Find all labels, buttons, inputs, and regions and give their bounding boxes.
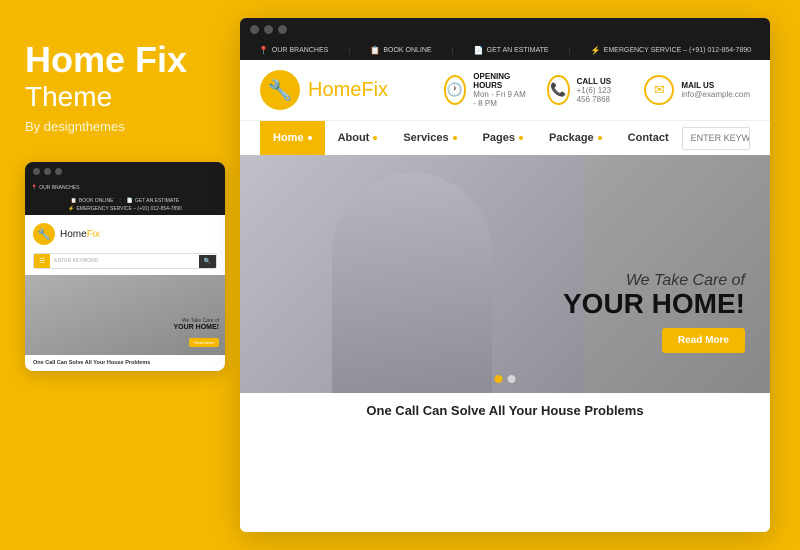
hero-tagline2: YOUR HOME! <box>563 290 745 318</box>
hero-cta-button[interactable]: Read More <box>662 328 745 353</box>
preview-hero: We Take Care of YOUR HOME! Read More <box>25 275 225 355</box>
right-panel: 📍 OUR BRANCHES | 📋 BOOK ONLINE | 📄 GET A… <box>240 0 800 550</box>
preview-search-input[interactable]: ENTER KEYWORD <box>50 255 198 267</box>
nav-bar: Home About Services Pages Package <box>240 120 770 155</box>
logo-text: HomeFix <box>308 79 388 102</box>
search-input[interactable] <box>683 128 750 148</box>
nav-dot-services <box>453 136 457 140</box>
preview-logo-row: 🔧 HomeFix <box>25 215 225 249</box>
emergency-icon: ⚡ <box>591 46 601 55</box>
preview-dots-bar <box>25 162 225 181</box>
preview-search[interactable]: ☰ ENTER KEYWORD 🔍 <box>33 253 217 269</box>
info-phone: 📞 CALL US +1(6) 123 456 7868 <box>547 72 626 108</box>
hero-overlay: We Take Care of YOUR HOME! Read More <box>563 272 745 353</box>
nav-item-services[interactable]: Services <box>390 121 469 155</box>
mail-icon: ✉ <box>644 75 674 105</box>
hero-dot-2[interactable] <box>508 375 516 383</box>
estimate-icon: 📄 <box>474 46 484 55</box>
nav-item-pages[interactable]: Pages <box>470 121 536 155</box>
hero-section: We Take Care of YOUR HOME! Read More <box>240 155 770 393</box>
preview-location-icon: 📍 <box>31 185 37 191</box>
preview-search-menu-icon: ☰ <box>34 254 50 268</box>
location-icon: 📍 <box>259 46 269 55</box>
utility-bar: 📍 OUR BRANCHES | 📋 BOOK ONLINE | 📄 GET A… <box>240 41 770 60</box>
preview-book-icon: 📋 <box>71 198 77 204</box>
preview-dot-1 <box>33 168 40 175</box>
nav-item-package[interactable]: Package <box>536 121 615 155</box>
browser-titlebar <box>240 18 770 41</box>
logo-icon: 🔧 <box>260 70 300 110</box>
nav-dot-pages <box>519 136 523 140</box>
browser-dot-red <box>250 25 259 34</box>
preview-logo-text: HomeFix <box>60 229 100 240</box>
brand-name: Home Fix <box>25 40 215 80</box>
bottom-teaser: One Call Can Solve All Your House Proble… <box>240 393 770 428</box>
preview-hero-cta[interactable]: Read More <box>189 338 219 347</box>
preview-hero-text: We Take Care of YOUR HOME! Read More <box>174 318 220 349</box>
brand-subtitle: Theme <box>25 80 215 114</box>
site-logo: 🔧 HomeFix <box>260 70 444 110</box>
preview-search-btn[interactable]: 🔍 <box>199 255 216 268</box>
hero-person <box>240 155 585 393</box>
preview-hero-bg: We Take Care of YOUR HOME! Read More <box>25 275 225 355</box>
nav-search[interactable]: 🔍 <box>682 127 750 150</box>
preview-topbar2: 📋 BOOK ONLINE | 📄 GET AN ESTIMATE ⚡ EMER… <box>25 195 225 215</box>
nav-dot-package <box>598 136 602 140</box>
phone-icon: 📞 <box>547 75 569 105</box>
utility-estimate[interactable]: 📄 GET AN ESTIMATE <box>474 46 549 55</box>
preview-topbar: 📍 OUR BRANCHES <box>25 181 225 195</box>
book-icon: 📋 <box>370 46 380 55</box>
nav-dot-home <box>308 136 312 140</box>
utility-branches: 📍 OUR BRANCHES <box>259 46 328 55</box>
info-hours: 🕐 OPENING HOURS Mon - Fri 9 AM - 8 PM <box>444 72 529 108</box>
nav-dot-about <box>373 136 377 140</box>
preview-logo-icon: 🔧 <box>33 223 55 245</box>
preview-bottom-text: One Call Can Solve All Your House Proble… <box>25 355 225 371</box>
brand-title: Home Fix Theme By designthemes <box>25 40 215 134</box>
site-header: 🔧 HomeFix 🕐 OPENING HOURS Mon - Fri 9 AM… <box>240 60 770 120</box>
browser-dot-green <box>278 25 287 34</box>
preview-emergency: ⚡ EMERGENCY SERVICE – (+91) 012-854-7890 <box>68 206 182 212</box>
nav-items: Home About Services Pages Package <box>260 121 682 155</box>
preview-book: 📋 BOOK ONLINE | 📄 GET AN ESTIMATE <box>71 198 180 204</box>
browser-window: 📍 OUR BRANCHES | 📋 BOOK ONLINE | 📄 GET A… <box>240 18 770 532</box>
preview-emergency-icon: ⚡ <box>68 206 74 212</box>
preview-estimate-icon: 📄 <box>127 198 133 204</box>
preview-dot-2 <box>44 168 51 175</box>
hero-dots <box>495 375 516 383</box>
utility-book[interactable]: 📋 BOOK ONLINE <box>370 46 431 55</box>
preview-card: 📍 OUR BRANCHES 📋 BOOK ONLINE | 📄 GET AN … <box>25 162 225 371</box>
preview-branches: 📍 OUR BRANCHES <box>31 185 80 191</box>
clock-icon: 🕐 <box>444 75 467 105</box>
hero-dot-1[interactable] <box>495 375 503 383</box>
left-panel: Home Fix Theme By designthemes 📍 OUR BRA… <box>0 0 240 550</box>
brand-by: By designthemes <box>25 119 215 134</box>
nav-item-about[interactable]: About <box>325 121 391 155</box>
browser-dot-yellow <box>264 25 273 34</box>
header-info: 🕐 OPENING HOURS Mon - Fri 9 AM - 8 PM 📞 … <box>444 72 750 108</box>
preview-search-row: ☰ ENTER KEYWORD 🔍 <box>25 249 225 275</box>
utility-emergency: ⚡ EMERGENCY SERVICE – (+91) 012-854-7890 <box>591 46 751 55</box>
nav-item-contact[interactable]: Contact <box>615 121 682 155</box>
nav-item-home[interactable]: Home <box>260 121 325 155</box>
person-silhouette <box>332 173 492 393</box>
info-email: ✉ MAIL US info@example.com <box>644 72 750 108</box>
preview-dot-3 <box>55 168 62 175</box>
